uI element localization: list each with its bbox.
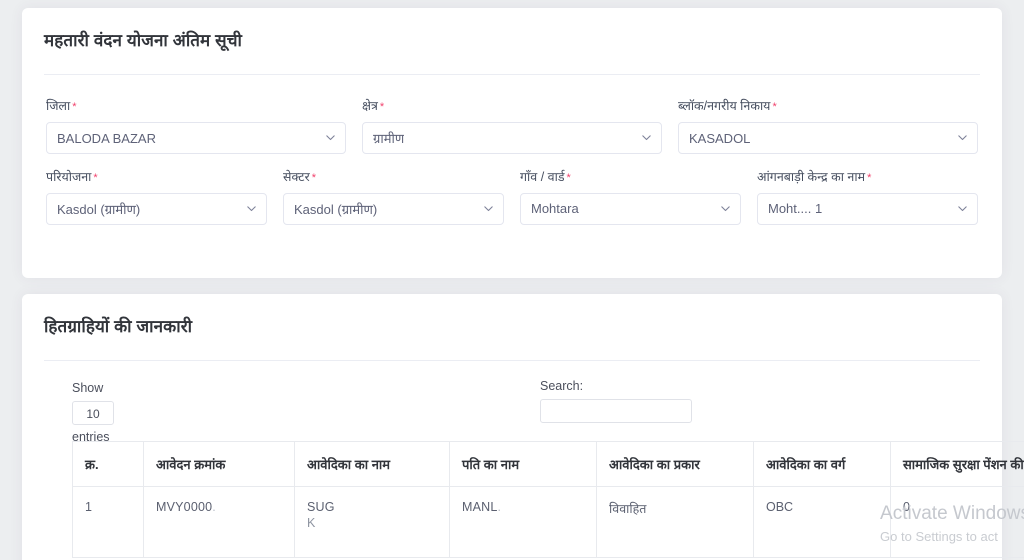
beneficiaries-card: हितग्राहियों की जानकारी Show 10 entries … [22, 294, 1024, 560]
area-type-select-value: ग्रामीण [373, 131, 405, 147]
field-project-label: परियोजना * [46, 168, 267, 187]
field-block: ब्लॉक/नगरीय निकाय * KASADOL [670, 97, 986, 155]
table-row[interactable]: 1 MVY0000. SUG K MANL. विवाहित OBC 0 [72, 486, 1024, 559]
field-area-type: क्षेत्र * ग्रामीण [354, 97, 670, 155]
area-type-select[interactable]: ग्रामीण [362, 122, 662, 155]
field-district-label: जिला * [46, 97, 346, 116]
page-length-select[interactable]: 10 [72, 401, 114, 426]
field-project: परियोजना * Kasdol (ग्रामीण) [38, 168, 275, 225]
field-sector-label: सेक्टर * [283, 168, 504, 187]
project-select[interactable]: Kasdol (ग्रामीण) [46, 192, 267, 225]
field-anganwadi-center-label-text: आंगनबाड़ी केन्द्र का नाम [757, 170, 866, 185]
page-title: महतारी वंदन योजना अंतिम सूची [44, 31, 242, 50]
entries-label: entries [72, 430, 110, 445]
table-head: क्र. आवेदन क्रमांक आवेदिका का नाम पति का… [72, 441, 1024, 488]
column-header-pension-amount[interactable]: सामाजिक सुरक्षा पेंशन की राशि [890, 441, 1024, 488]
table-header-row: क्र. आवेदन क्रमांक आवेदिका का नाम पति का… [72, 441, 1024, 488]
filters-row-2: परियोजना* Kasdol (ग्रामीण) सेक्टर* Kas [38, 168, 986, 225]
block-select[interactable]: KASADOL [678, 122, 978, 155]
cell-pension-amount: 0 [890, 486, 1024, 559]
required-marker: * [566, 172, 571, 185]
field-project-label-text: परियोजना [46, 170, 92, 185]
cell-husband-name-text: MANL [462, 500, 498, 515]
field-block-label-text: ब्लॉक/नगरीय निकाय [678, 99, 771, 114]
district-select-value: BALODA BAZAR [57, 130, 156, 146]
cell-application-no-text: MVY0000 [156, 500, 213, 515]
search-input[interactable] [540, 399, 692, 424]
table-body: 1 MVY0000. SUG K MANL. विवाहित OBC 0 [72, 486, 1024, 559]
cell-applicant-name-line2: K [307, 516, 316, 531]
search-label: Search: [540, 379, 584, 394]
cell-husband-name-redacted: . [497, 500, 502, 515]
field-village-ward: गाँव / वार्ड * Mohtara [512, 168, 749, 225]
page-length-control: Show 10 entries [72, 379, 192, 448]
chevron-down-icon [325, 132, 336, 143]
district-select[interactable]: BALODA BAZAR [46, 122, 346, 155]
field-sector: सेक्टर * Kasdol (ग्रामीण) [275, 168, 512, 225]
datatable-controls: Show 10 entries Search: [44, 379, 980, 444]
field-area-type-label-text: क्षेत्र [362, 99, 378, 114]
app-page: महतारी वंदन योजना अंतिम सूची जिला * BALOD… [0, 0, 1024, 560]
filters-form: जिला * BALODA BAZAR क्षेत्र * ग्रामीण ब्… [22, 75, 1002, 225]
column-header-applicant-type[interactable]: आवेदिका का प्रकार [596, 441, 754, 488]
filters-row-1: जिला * BALODA BAZAR क्षेत्र * ग्रामीण ब्… [38, 97, 986, 155]
cell-applicant-type: विवाहित [596, 486, 754, 559]
column-header-applicant-name[interactable]: आवेदिका का नाम [294, 441, 450, 488]
cell-serial: 1 [72, 486, 144, 559]
cell-applicant-category: OBC [753, 486, 891, 559]
village-ward-select[interactable]: Mohtara [520, 192, 741, 225]
required-marker: * [93, 172, 98, 185]
beneficiaries-table: क्र. आवेदन क्रमांक आवेदिका का नाम पति का… [72, 441, 1024, 559]
anganwadi-center-select[interactable]: Moht.... 1 [757, 192, 978, 225]
cell-application-no: MVY0000. [143, 486, 295, 559]
chevron-down-icon [483, 203, 494, 214]
cell-husband-name: MANL. [449, 486, 597, 559]
field-area-type-label: क्षेत्र * [362, 97, 662, 116]
field-district: जिला * BALODA BAZAR [38, 97, 354, 155]
filters-card: महतारी वंदन योजना अंतिम सूची जिला * BALOD… [22, 8, 1002, 278]
cell-applicant-name-text: SUG [307, 500, 335, 515]
column-header-husband-name[interactable]: पति का नाम [449, 441, 597, 488]
required-marker: * [379, 101, 385, 114]
search-control: Search: [540, 379, 692, 424]
chevron-down-icon [957, 132, 968, 143]
required-marker: * [772, 101, 777, 114]
column-header-applicant-category[interactable]: आवेदिका का वर्ग [753, 441, 891, 488]
block-select-value: KASADOL [689, 130, 751, 146]
show-label: Show [72, 381, 104, 396]
sector-select[interactable]: Kasdol (ग्रामीण) [283, 192, 504, 225]
required-marker: * [867, 172, 872, 185]
field-village-ward-label: गाँव / वार्ड * [520, 168, 741, 187]
field-sector-label-text: सेक्टर [283, 170, 310, 185]
cell-applicant-name: SUG K [294, 486, 450, 559]
field-village-ward-label-text: गाँव / वार्ड [520, 170, 565, 185]
required-marker: * [311, 172, 316, 185]
column-header-application-no[interactable]: आवेदन क्रमांक [143, 441, 295, 488]
chevron-down-icon [641, 132, 652, 143]
datatable-wrapper: Show 10 entries Search: क्र. आवेदन क्रमा… [22, 361, 1024, 559]
sector-select-value: Kasdol (ग्रामीण) [294, 201, 378, 217]
cell-application-no-redacted: . [212, 500, 216, 515]
beneficiaries-title: हितग्राहियों की जानकारी [44, 317, 193, 336]
required-marker: * [72, 101, 77, 114]
field-anganwadi-center-label: आंगनबाड़ी केन्द्र का नाम * [757, 168, 978, 187]
village-ward-select-value: Mohtara [531, 201, 579, 217]
anganwadi-center-select-value: Moht.... 1 [768, 201, 823, 217]
field-anganwadi-center: आंगनबाड़ी केन्द्र का नाम * Moht.... 1 [749, 168, 986, 225]
chevron-down-icon [720, 203, 731, 214]
project-select-value: Kasdol (ग्रामीण) [57, 201, 141, 217]
field-district-label-text: जिला [46, 99, 71, 114]
chevron-down-icon [957, 203, 968, 214]
field-block-label: ब्लॉक/नगरीय निकाय * [678, 97, 978, 116]
column-header-serial[interactable]: क्र. [72, 441, 144, 488]
chevron-down-icon [246, 203, 257, 214]
